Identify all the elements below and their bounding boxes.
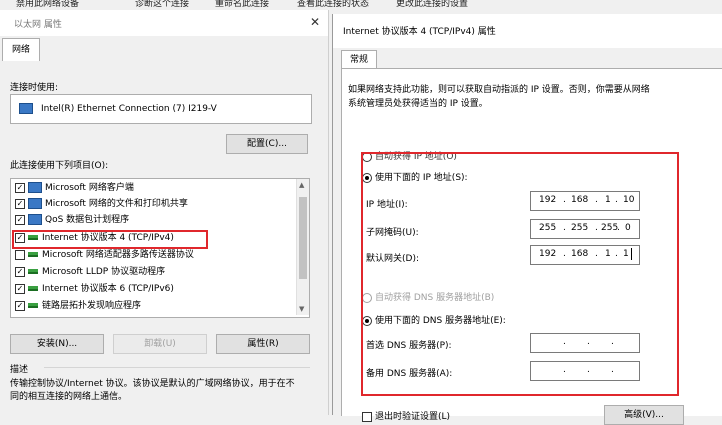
change-settings-link[interactable]: 更改此连接的设置 <box>396 0 468 9</box>
description-label: 描述 <box>10 365 29 375</box>
protocol-icon <box>28 252 38 257</box>
list-item-label: QoS 数据包计划程序 <box>45 215 130 225</box>
right-dialog-title: Internet 协议版本 4 (TCP/IPv4) 属性 <box>343 27 496 37</box>
adapter-name: Intel(R) Ethernet Connection (7) I219-V <box>41 104 217 114</box>
view-status-link[interactable]: 查看此连接的状态 <box>297 0 369 9</box>
validate-label: 退出时验证设置(L) <box>375 412 451 422</box>
checkbox[interactable]: ✓ <box>15 266 25 277</box>
disable-device-link[interactable]: 禁用此网络设备 <box>16 0 79 9</box>
checkbox[interactable]: ✓ <box>15 214 25 225</box>
right-titlebar: Internet 协议版本 4 (TCP/IPv4) 属性 <box>333 14 722 48</box>
list-item-label: 链路层拓扑发现响应程序 <box>42 301 142 311</box>
connect-using-label: 连接时使用: <box>10 83 59 93</box>
network-icon <box>28 182 42 193</box>
close-icon[interactable]: ✕ <box>310 15 320 29</box>
scroll-thumb[interactable] <box>299 197 307 279</box>
checkbox[interactable]: ✓ <box>15 283 25 294</box>
ipv4-properties-dialog: Internet 协议版本 4 (TCP/IPv4) 属性 常规 如果网络支持此… <box>332 14 722 425</box>
install-button[interactable]: 安装(N)... <box>10 334 104 354</box>
adapter-box: Intel(R) Ethernet Connection (7) I219-V <box>10 94 312 124</box>
diagnose-link[interactable]: 诊断这个连接 <box>135 0 189 9</box>
description-divider <box>44 367 310 368</box>
uninstall-button[interactable]: 卸载(U) <box>113 334 207 354</box>
checkbox[interactable]: ✓ <box>15 300 25 311</box>
left-dialog-title: 以太网 属性 <box>14 20 62 30</box>
list-item[interactable]: ✓ Internet 协议版本 6 (TCP/IPv6) <box>15 281 174 297</box>
scroll-up-icon[interactable]: ▲ <box>299 181 304 189</box>
validate-checkbox[interactable] <box>362 411 372 422</box>
tab-general[interactable]: 常规 <box>341 50 377 69</box>
items-label: 此连接使用下列项目(O): <box>10 161 109 171</box>
validate-option[interactable]: 退出时验证设置(L) <box>362 409 450 422</box>
checkbox[interactable]: ✓ <box>15 182 25 193</box>
network-adapter-icon <box>19 103 33 114</box>
network-icon <box>28 214 42 225</box>
checkbox[interactable] <box>15 249 25 260</box>
left-titlebar: 以太网 属性 ✕ <box>0 10 328 36</box>
list-item[interactable]: Microsoft 网络适配器多路传送器协议 <box>15 247 194 263</box>
list-item[interactable]: ✓ QoS 数据包计划程序 <box>15 212 129 228</box>
ip-settings-highlight-box <box>361 152 679 396</box>
network-icon <box>28 198 42 209</box>
protocol-icon <box>28 303 38 308</box>
properties-button[interactable]: 属性(R) <box>216 334 310 354</box>
list-item[interactable]: ✓ Microsoft 网络的文件和打印机共享 <box>15 196 188 212</box>
advanced-button[interactable]: 高级(V)... <box>604 405 684 425</box>
scrollbar[interactable]: ▲ ▼ <box>296 179 309 315</box>
intro-text: 如果网络支持此功能，则可以获取自动指派的 IP 设置。否则，你需要从网络系统管理… <box>348 85 650 109</box>
configure-button[interactable]: 配置(C)... <box>226 134 308 154</box>
background-toolbar: 禁用此网络设备 诊断这个连接 重命名此连接 查看此连接的状态 更改此连接的设置 <box>0 0 722 10</box>
list-item-label: Microsoft 网络适配器多路传送器协议 <box>42 250 194 260</box>
ipv4-highlight-box <box>12 230 208 249</box>
list-item[interactable]: ✓ Microsoft 网络客户端 <box>15 180 134 196</box>
description-text: 传输控制协议/Internet 协议。该协议是默认的广域网络协议，用于在不同的相… <box>10 379 295 402</box>
list-item[interactable]: ✓ Microsoft LLDP 协议驱动程序 <box>15 264 165 280</box>
checkbox[interactable]: ✓ <box>15 198 25 209</box>
protocol-icon <box>28 286 38 291</box>
list-item-label: Microsoft LLDP 协议驱动程序 <box>42 267 166 277</box>
tab-network[interactable]: 网络 <box>2 38 40 61</box>
list-item[interactable]: ✓ 链路层拓扑发现响应程序 <box>15 298 141 314</box>
list-item-label: Microsoft 网络的文件和打印机共享 <box>45 199 188 209</box>
list-item-label: Internet 协议版本 6 (TCP/IPv6) <box>42 284 174 294</box>
ethernet-properties-dialog: 以太网 属性 ✕ 网络 连接时使用: Intel(R) Ethernet Con… <box>0 10 329 415</box>
rename-link[interactable]: 重命名此连接 <box>215 0 269 9</box>
scroll-down-icon[interactable]: ▼ <box>299 305 304 313</box>
list-item-label: Microsoft 网络客户端 <box>45 183 134 193</box>
protocol-icon <box>28 269 38 274</box>
